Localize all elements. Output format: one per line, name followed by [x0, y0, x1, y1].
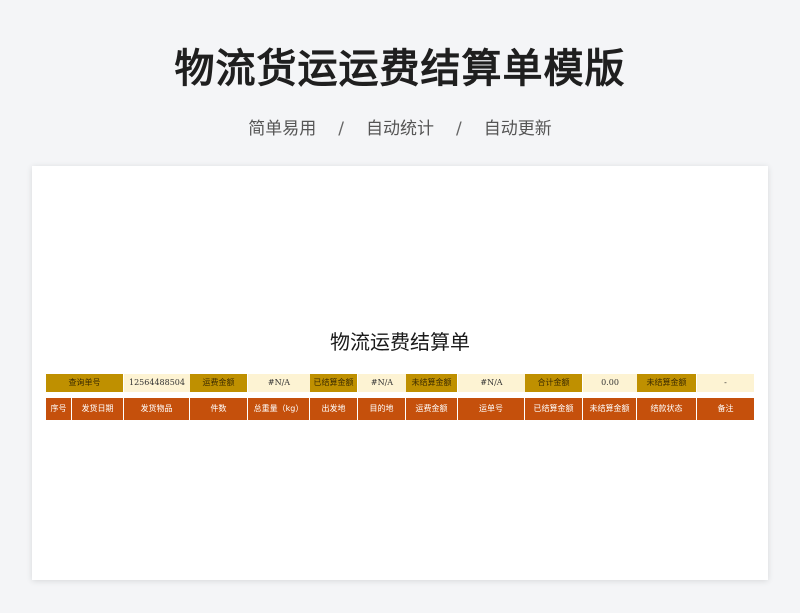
query-value-settled-amount: #N/A [358, 374, 406, 392]
col-header-total-weight: 总重量（kg） [248, 398, 310, 420]
query-value-total-amount: 0.00 [583, 374, 637, 392]
query-label-tracking-no: 查询单号 [46, 374, 124, 392]
query-summary-row: 查询单号 12564488504 运费金额 #N/A 已结算金额 #N/A 未结… [46, 374, 754, 392]
col-header-goods: 发货物品 [124, 398, 190, 420]
separator: / [338, 119, 344, 139]
query-label-total-amount: 合计金额 [525, 374, 583, 392]
feature-easy: 简单易用 [248, 119, 317, 139]
spreadsheet-preview: 物流运费结算单 查询单号 12564488504 运费金额 #N/A 已结算金额… [32, 166, 768, 580]
query-value-unsettled-amount: #N/A [458, 374, 525, 392]
col-header-freight-amount: 运费金额 [406, 398, 458, 420]
query-label-freight-amount: 运费金额 [190, 374, 248, 392]
col-header-unsettled-amount: 未结算金额 [583, 398, 637, 420]
feature-auto-stats: 自动统计 [366, 119, 434, 139]
col-header-payment-status: 结款状态 [637, 398, 697, 420]
query-label-unsettled-amount: 未结算金额 [406, 374, 458, 392]
table-header-row: 序号 发货日期 发货物品 件数 总重量（kg） 出发地 目的地 运费金额 运单号… [46, 398, 754, 420]
col-header-origin: 出发地 [310, 398, 358, 420]
query-value-tracking-no[interactable]: 12564488504 [124, 374, 190, 392]
sheet-title: 物流运费结算单 [330, 330, 470, 354]
feature-auto-update: 自动更新 [483, 119, 552, 139]
col-header-waybill-no: 运单号 [458, 398, 525, 420]
col-header-settled-amount: 已结算金额 [525, 398, 583, 420]
col-header-pieces: 件数 [190, 398, 248, 420]
col-header-index: 序号 [46, 398, 72, 420]
query-label-unsettled-amount-2: 未结算金额 [637, 374, 697, 392]
separator: / [456, 119, 462, 139]
col-header-remarks: 备注 [697, 398, 754, 420]
page-title: 物流货运运费结算单模版 [174, 46, 626, 92]
feature-tagline: 简单易用 / 自动统计 / 自动更新 [0, 114, 800, 139]
query-label-settled-amount: 已结算金额 [310, 374, 358, 392]
col-header-destination: 目的地 [358, 398, 406, 420]
col-header-ship-date: 发货日期 [72, 398, 124, 420]
query-value-unsettled-amount-2: - [697, 374, 754, 392]
query-value-freight-amount: #N/A [248, 374, 310, 392]
